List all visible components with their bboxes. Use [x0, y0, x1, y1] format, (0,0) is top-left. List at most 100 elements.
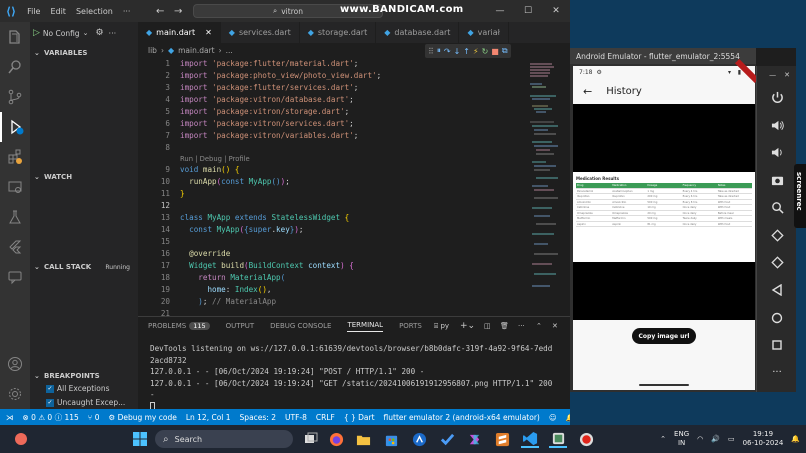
bandicam-record-icon[interactable] [577, 430, 595, 448]
call-stack-section-header[interactable]: ⌄ CALL STACK Running [30, 260, 138, 274]
breadcrumb-item[interactable]: lib [148, 46, 157, 55]
cursor-position[interactable]: Ln 12, Col 1 [186, 413, 231, 422]
minimap[interactable] [528, 58, 562, 316]
codelens-run-debug[interactable]: Run | Debug | Profile [180, 155, 250, 163]
back-arrow-icon[interactable]: ← [156, 6, 164, 17]
tab-terminal[interactable]: TERMINAL [347, 321, 384, 332]
taskbar-search[interactable]: ⌕ Search [155, 430, 293, 448]
code-editor[interactable]: 1 2 3 4 5 6 7 8 9 10 11 12 13 14 15 16 1… [138, 58, 570, 318]
zoom-icon[interactable] [757, 194, 797, 222]
breakpoint-item[interactable]: ✓ Uncaught Excep... [46, 398, 125, 407]
explorer-icon[interactable] [0, 22, 30, 52]
breakpoint-item[interactable]: ✓ All Exceptions [46, 384, 110, 393]
tab-storage-dart[interactable]: ◆ storage.dart [300, 22, 377, 43]
history-image[interactable]: Medication Results Drug Medication Dosage F… [573, 172, 755, 262]
rotate-left-icon[interactable] [757, 222, 797, 250]
hot-reload-icon[interactable]: ⚡ [473, 47, 479, 56]
photo-view[interactable]: Medication Results Drug Medication Dosage F… [573, 104, 755, 320]
ports-status[interactable]: ⑂ 0 [88, 413, 100, 422]
flutter-icon[interactable] [0, 232, 30, 262]
chevron-down-icon[interactable]: ⌄ [83, 29, 89, 37]
windows-start-icon[interactable] [131, 430, 149, 448]
remote-explorer-icon[interactable] [0, 172, 30, 202]
pause-icon[interactable]: ⏸ [437, 46, 441, 56]
settings-gear-icon[interactable]: ⚙ [95, 28, 103, 38]
tab-debug-console[interactable]: DEBUG CONSOLE [270, 322, 331, 330]
volume-up-icon[interactable] [757, 112, 797, 140]
checkbox-checked-icon[interactable]: ✓ [46, 398, 54, 407]
breakpoints-section-header[interactable]: ⌄ BREAKPOINTS [30, 369, 138, 383]
home-indicator[interactable] [639, 384, 689, 386]
notifications-bell-icon[interactable]: 🔔 [791, 435, 800, 443]
chevron-up-icon[interactable]: ⌃ [660, 435, 666, 443]
camera-icon[interactable] [757, 167, 797, 195]
settings-gear-icon[interactable] [0, 379, 30, 409]
battery-icon[interactable]: ▭ [728, 435, 735, 443]
breadcrumb-item[interactable]: main.dart [178, 46, 215, 55]
devtools-icon[interactable]: ⧉ [502, 46, 508, 56]
tab-database-dart[interactable]: ◆ database.dart [376, 22, 460, 43]
vscode-taskbar-icon[interactable] [521, 430, 539, 448]
menu-edit[interactable]: Edit [45, 7, 71, 16]
search-icon[interactable] [0, 52, 30, 82]
tab-variables-dart[interactable]: ◆ variał [459, 22, 509, 43]
menu-file[interactable]: File [22, 7, 45, 16]
firefox-icon[interactable] [327, 430, 345, 448]
step-into-icon[interactable]: ↓ [454, 47, 461, 56]
config-select[interactable]: No Config [43, 29, 80, 38]
menu-selection[interactable]: Selection [71, 7, 118, 16]
account-icon[interactable] [0, 349, 30, 379]
tab-services-dart[interactable]: ◆ services.dart [221, 22, 300, 43]
chat-icon[interactable] [0, 262, 30, 292]
close-panel-icon[interactable]: ✕ [552, 322, 558, 330]
more-icon[interactable]: ··· [109, 29, 117, 38]
checkbox-checked-icon[interactable]: ✓ [46, 384, 54, 393]
split-terminal-icon[interactable]: ◫ [484, 322, 491, 330]
menu-more[interactable]: ··· [118, 7, 136, 16]
start-debugging-icon[interactable]: ▷ [33, 28, 40, 38]
power-icon[interactable] [757, 84, 797, 112]
run-debug-icon[interactable] [0, 112, 30, 142]
copy-image-url-button[interactable]: Copy image url [632, 328, 696, 344]
minimize-icon[interactable]: — [486, 0, 514, 22]
watch-section-header[interactable]: ⌄ WATCH [30, 170, 138, 184]
tab-problems[interactable]: PROBLEMS 115 [148, 322, 210, 330]
encoding[interactable]: UTF-8 [285, 413, 307, 422]
source-control-icon[interactable] [0, 82, 30, 112]
more-icon[interactable]: ··· [757, 359, 797, 387]
forward-arrow-icon[interactable]: → [174, 6, 182, 17]
back-triangle-icon[interactable] [757, 277, 797, 305]
breadcrumb-item[interactable]: ... [226, 46, 233, 55]
testing-icon[interactable] [0, 202, 30, 232]
stop-icon[interactable]: ■ [491, 47, 499, 56]
problems-status[interactable]: ⊗ 0 ⚠ 0 ⓘ 115 [23, 412, 79, 423]
sublime-icon[interactable] [493, 430, 511, 448]
drag-handle-icon[interactable]: ⠿ [428, 47, 434, 56]
remote-icon[interactable]: ⋊ [6, 413, 14, 422]
store-icon[interactable] [382, 430, 400, 448]
step-over-icon[interactable]: ↷ [444, 47, 451, 56]
rotate-right-icon[interactable] [757, 249, 797, 277]
language-indicator[interactable]: ENG IN [674, 430, 689, 448]
tab-output[interactable]: OUTPUT [226, 322, 255, 330]
feedback-icon[interactable]: ☺ [549, 413, 557, 422]
tab-ports[interactable]: PORTS [399, 322, 422, 330]
maximize-panel-icon[interactable]: ⌃ [536, 322, 542, 330]
line-ending[interactable]: CRLF [316, 413, 335, 422]
close-icon[interactable]: ✕ [542, 0, 570, 22]
file-explorer-icon[interactable] [354, 430, 372, 448]
minimize-icon[interactable]: — [769, 71, 776, 79]
clock[interactable]: 19:19 06-10-2024 [743, 430, 784, 448]
restart-icon[interactable]: ↻ [482, 47, 489, 56]
indentation[interactable]: Spaces: 2 [240, 413, 276, 422]
terminal-shell-icon[interactable]: ⌸ py [434, 322, 449, 331]
device-selector[interactable]: flutter emulator 2 (android-x64 emulator… [384, 413, 540, 422]
todo-check-icon[interactable] [438, 430, 456, 448]
copilot-icon[interactable] [465, 430, 483, 448]
home-circle-icon[interactable] [757, 304, 797, 332]
new-terminal-icon[interactable]: +⌄ [460, 321, 475, 331]
kill-terminal-icon[interactable]: 🗑 [500, 322, 509, 330]
overview-square-icon[interactable] [757, 332, 797, 360]
emulator-taskbar-icon[interactable] [549, 430, 567, 448]
task-view-icon[interactable] [302, 430, 320, 448]
